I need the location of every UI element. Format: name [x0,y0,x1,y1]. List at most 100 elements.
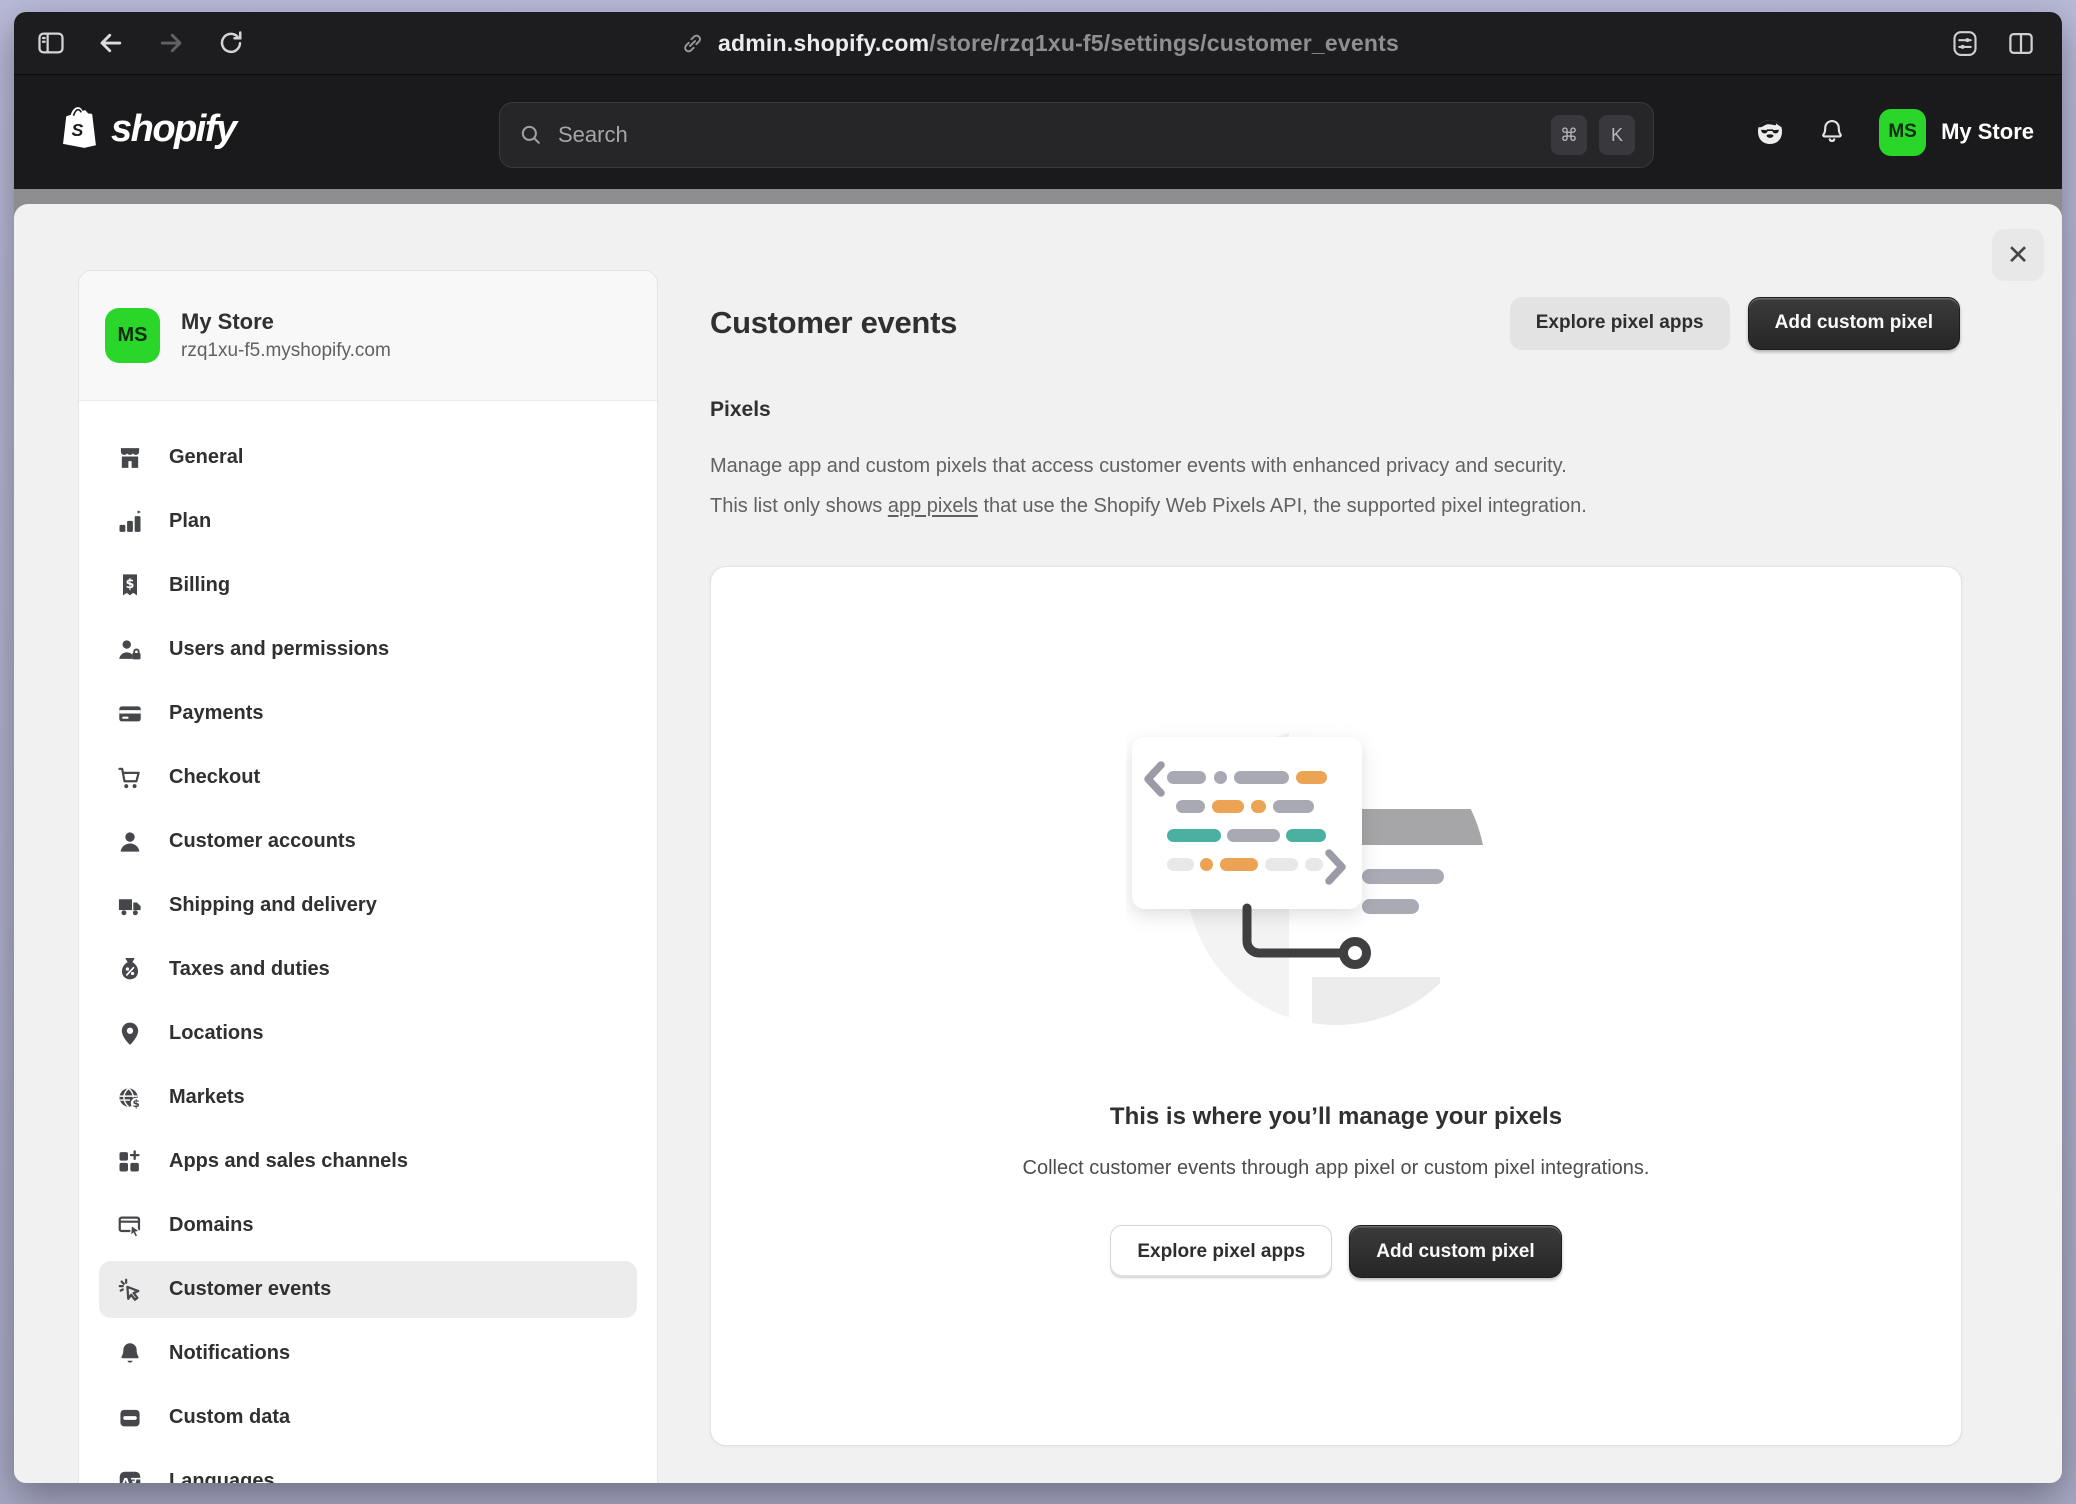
billing-icon: $ [115,571,145,601]
sidebar-item-label: General [169,446,243,469]
url-host: admin.shopify.com [718,30,929,56]
customer-accounts-icon [115,827,145,857]
desktop: admin.shopify.com/store/rzq1xu-f5/settin… [0,0,2076,1504]
empty-explore-pixel-apps-button[interactable]: Explore pixel apps [1110,1225,1332,1278]
languages-icon: A [115,1467,145,1484]
shopify-logo[interactable]: S shopify [58,75,236,189]
shopify-wordmark: shopify [111,108,236,157]
sidebar-store-avatar: MS [105,308,160,363]
shopify-header: S shopify ⌘ K [14,75,2062,189]
plan-icon [115,507,145,537]
sidebar-item-billing[interactable]: $ Billing [99,557,637,614]
empty-state-subtext: Collect customer events through app pixe… [711,1157,1961,1180]
store-avatar: MS [1879,109,1926,156]
sidebar-item-label: Languages [169,1470,275,1483]
locations-icon [115,1019,145,1049]
sidebar-store-name: My Store [181,308,391,336]
sidebar-item-users-and-permissions[interactable]: Users and permissions [99,621,637,678]
sidebar-item-checkout[interactable]: Checkout [99,749,637,806]
svg-text:$: $ [126,577,135,592]
sidebar-item-taxes-and-duties[interactable]: Taxes and duties [99,941,637,998]
sidebar-toggle-icon[interactable] [36,28,66,58]
global-search[interactable]: ⌘ K [499,102,1654,168]
settings-nav: General Plan $ Billing Users and permissions… [79,401,657,1483]
svg-text:A: A [121,1476,131,1483]
link-icon [677,29,707,59]
sidebar-item-label: Taxes and duties [169,958,330,981]
address-bar[interactable]: admin.shopify.com/store/rzq1xu-f5/settin… [677,12,1399,75]
empty-add-custom-pixel-button[interactable]: Add custom pixel [1349,1225,1561,1278]
payments-icon [115,699,145,729]
page-settings-icon[interactable] [1950,29,1980,59]
sidebar-item-label: Billing [169,574,230,597]
search-icon [518,122,544,148]
pixels-empty-state-card: This is where you’ll manage your pixels … [710,566,1962,1446]
sidebar-item-label: Customer accounts [169,830,356,853]
domains-icon [115,1211,145,1241]
sidebar-item-markets[interactable]: $ Markets [99,1069,637,1126]
sidebar-item-languages[interactable]: A Languages [99,1453,637,1483]
pixels-section-description: Manage app and custom pixels that access… [710,446,1970,526]
sidebar-item-domains[interactable]: Domains [99,1197,637,1254]
k-key-badge: K [1599,115,1635,155]
sidebar-item-custom-data[interactable]: Custom data [99,1389,637,1446]
shipping-icon [115,891,145,921]
reload-icon[interactable] [216,28,246,58]
sidebar-item-notifications[interactable]: Notifications [99,1325,637,1382]
pixels-section-heading: Pixels [710,398,771,422]
forward-icon[interactable] [156,28,186,58]
sidebar-item-customer-accounts[interactable]: Customer accounts [99,813,637,870]
description-line2-suffix: that use the Shopify Web Pixels API, the… [978,495,1587,517]
sidebar-item-label: Custom data [169,1406,290,1429]
add-custom-pixel-button[interactable]: Add custom pixel [1748,297,1960,350]
custom-data-icon [115,1403,145,1433]
sidebar-item-label: Plan [169,510,211,533]
browser-window: admin.shopify.com/store/rzq1xu-f5/settin… [14,12,2062,1483]
sidebar-item-label: Payments [169,702,264,725]
sidebar-item-shipping-and-delivery[interactable]: Shipping and delivery [99,877,637,934]
back-icon[interactable] [96,28,126,58]
sidebar-item-customer-events[interactable]: Customer events [99,1261,637,1318]
sidekick-icon[interactable] [1755,117,1785,147]
sidebar-store-domain: rzq1xu-f5.myshopify.com [181,338,391,364]
shopify-bag-icon: S [58,106,104,158]
svg-text:S: S [72,120,84,140]
settings-sidebar: MS My Store rzq1xu-f5.myshopify.com Gene… [78,270,658,1483]
users-icon [115,635,145,665]
customer-events-icon [115,1275,145,1305]
split-view-icon[interactable] [2006,29,2036,59]
sidebar-item-label: Locations [169,1022,263,1045]
sidebar-item-label: Checkout [169,766,260,789]
sidebar-item-plan[interactable]: Plan [99,493,637,550]
sidebar-item-apps-and-sales-channels[interactable]: Apps and sales channels [99,1133,637,1190]
sidebar-item-payments[interactable]: Payments [99,685,637,742]
page-title: Customer events [710,305,957,341]
app-pixels-link[interactable]: app pixels [888,495,978,517]
sidebar-store-header: MS My Store rzq1xu-f5.myshopify.com [79,271,657,401]
sidebar-item-label: Customer events [169,1278,331,1301]
notifications-bell-icon[interactable] [1817,117,1847,147]
dimmed-page-backdrop: MS My Store rzq1xu-f5.myshopify.com Gene… [14,189,2062,1483]
description-line2-prefix: This list only shows [710,495,888,517]
sidebar-item-general[interactable]: General [99,429,637,486]
close-icon: ✕ [2007,240,2030,271]
browser-toolbar: admin.shopify.com/store/rzq1xu-f5/settin… [14,12,2062,75]
store-name: My Store [1941,119,2034,145]
search-input[interactable] [556,121,1539,149]
cmd-key-badge: ⌘ [1551,115,1587,155]
empty-state-heading: This is where you’ll manage your pixels [711,1103,1961,1131]
notifications-icon [115,1339,145,1369]
sidebar-item-label: Notifications [169,1342,290,1365]
sidebar-item-locations[interactable]: Locations [99,1005,637,1062]
close-button[interactable]: ✕ [1992,229,2044,281]
explore-pixel-apps-button[interactable]: Explore pixel apps [1510,297,1730,350]
sidebar-item-label: Markets [169,1086,245,1109]
url-path: /store/rzq1xu-f5/settings/customer_event… [929,30,1399,56]
taxes-icon [115,955,145,985]
checkout-icon [115,763,145,793]
markets-icon: $ [115,1083,145,1113]
sidebar-item-label: Users and permissions [169,638,389,661]
store-menu[interactable]: MS My Store [1879,109,2034,156]
sidebar-item-label: Shipping and delivery [169,894,377,917]
settings-modal: MS My Store rzq1xu-f5.myshopify.com Gene… [14,204,2062,1483]
